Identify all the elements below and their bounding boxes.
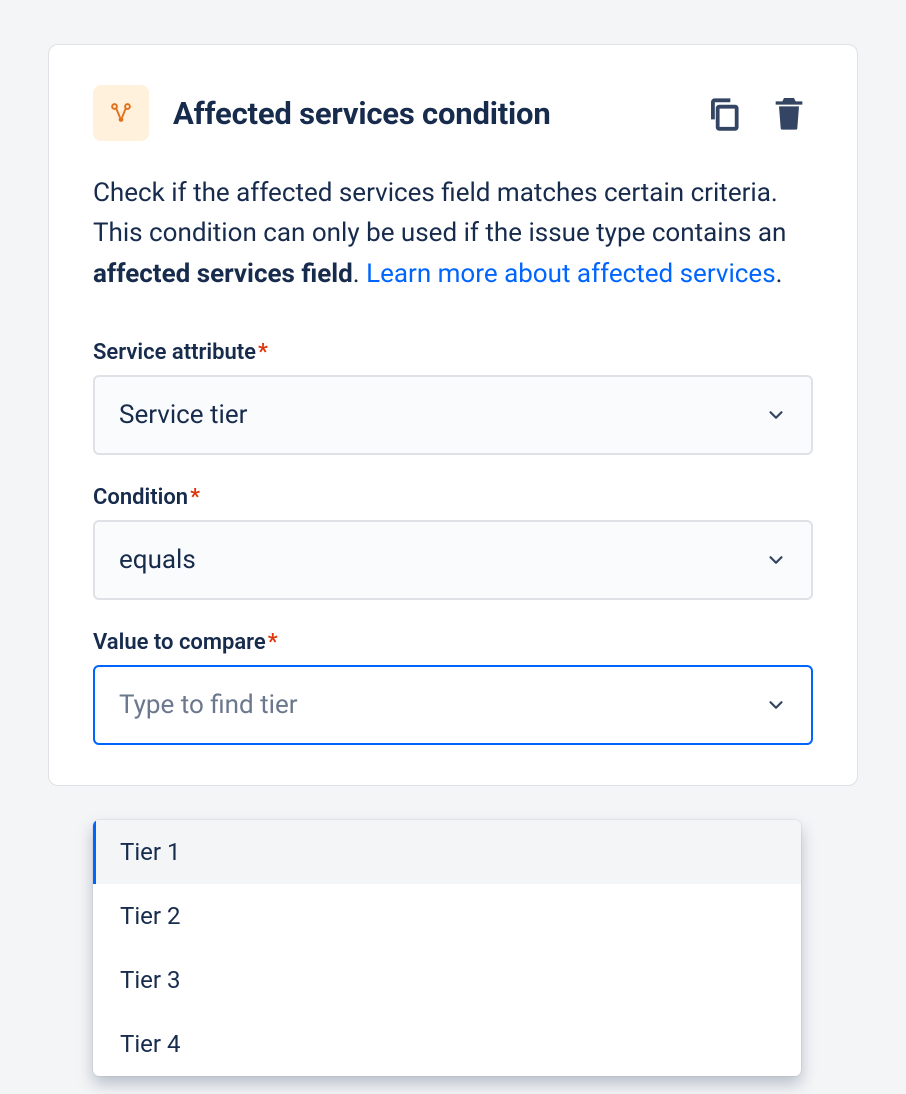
rules-icon xyxy=(93,85,149,141)
required-asterisk: * xyxy=(190,485,200,510)
description-period: . xyxy=(776,259,783,289)
delete-button[interactable] xyxy=(765,89,813,137)
label-text: Service attribute xyxy=(93,340,256,365)
required-asterisk: * xyxy=(268,630,278,655)
chevron-down-icon xyxy=(765,694,787,716)
learn-more-link[interactable]: Learn more about affected services xyxy=(366,259,776,289)
chevron-down-icon xyxy=(765,404,787,426)
condition-label: Condition* xyxy=(93,485,813,510)
description-text-pre: Check if the affected services field mat… xyxy=(93,178,786,248)
header-left: Affected services condition xyxy=(93,85,551,141)
dropdown-option[interactable]: Tier 4 xyxy=(93,1012,801,1076)
chevron-down-icon xyxy=(765,549,787,571)
duplicate-button[interactable] xyxy=(701,90,747,136)
copy-icon xyxy=(705,94,743,132)
required-asterisk: * xyxy=(258,340,268,365)
service-attribute-select[interactable]: Service tier xyxy=(93,375,813,455)
header-actions xyxy=(701,89,813,137)
dropdown-option[interactable]: Tier 1 xyxy=(93,820,801,884)
condition-select[interactable]: equals xyxy=(93,520,813,600)
value-to-compare-placeholder: Type to find tier xyxy=(119,690,298,720)
dropdown-option[interactable]: Tier 2 xyxy=(93,884,801,948)
description-bold: affected services field xyxy=(93,259,353,289)
label-text: Condition xyxy=(93,485,188,510)
condition-value: equals xyxy=(119,545,196,575)
description-text-post: . xyxy=(353,259,366,289)
dropdown-option[interactable]: Tier 3 xyxy=(93,948,801,1012)
condition-card: Affected services condition Check if the… xyxy=(48,44,858,786)
service-attribute-value: Service tier xyxy=(119,400,247,430)
card-header: Affected services condition xyxy=(93,85,813,141)
field-value-to-compare: Value to compare* Type to find tier xyxy=(93,630,813,745)
trash-icon xyxy=(769,93,809,133)
field-service-attribute: Service attribute* Service tier xyxy=(93,340,813,455)
tier-dropdown: Tier 1Tier 2Tier 3Tier 4 xyxy=(93,820,801,1076)
label-text: Value to compare xyxy=(93,630,266,655)
value-to-compare-select[interactable]: Type to find tier xyxy=(93,665,813,745)
card-description: Check if the affected services field mat… xyxy=(93,173,813,294)
field-condition: Condition* equals xyxy=(93,485,813,600)
card-title: Affected services condition xyxy=(173,95,551,132)
service-attribute-label: Service attribute* xyxy=(93,340,813,365)
value-to-compare-label: Value to compare* xyxy=(93,630,813,655)
